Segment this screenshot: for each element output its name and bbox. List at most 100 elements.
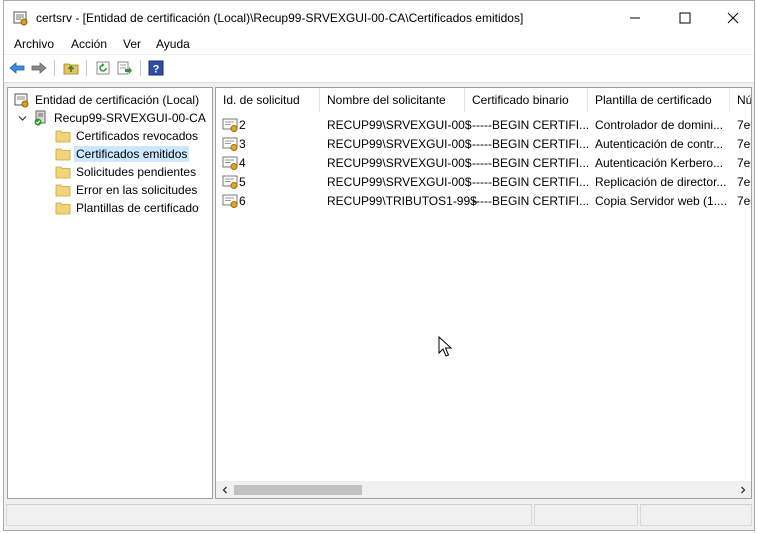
folder-icon xyxy=(55,166,71,179)
toolbar-separator xyxy=(86,60,87,76)
tree-item-issued[interactable]: Certificados emitidos xyxy=(55,145,190,163)
toolbar-separator xyxy=(140,60,141,76)
minimize-icon xyxy=(630,17,640,18)
cell-binary-cert: -----BEGIN CERTIFI... xyxy=(472,175,590,189)
certificate-icon xyxy=(222,137,238,151)
certificate-icon xyxy=(222,175,238,189)
cell-requester: RECUP99\SRVEXGUI-00$ xyxy=(327,118,472,132)
cell-serial: 7e0 xyxy=(737,194,751,208)
cell-binary-cert: -----BEGIN CERTIFI... xyxy=(472,137,590,151)
cell-request-id: 6 xyxy=(239,194,246,208)
cell-request-id: 2 xyxy=(239,118,246,132)
close-button[interactable] xyxy=(710,1,756,34)
menu-ver[interactable]: Ver xyxy=(123,37,141,51)
export-list-icon[interactable] xyxy=(117,60,133,76)
cell-binary-cert: -----BEGIN CERTIFI... xyxy=(472,118,590,132)
column-header-request-id[interactable]: Id. de solicitud xyxy=(216,88,320,112)
folder-icon xyxy=(55,184,71,197)
table-row[interactable]: 2 RECUP99\SRVEXGUI-00$ -----BEGIN CERTIF… xyxy=(216,116,751,135)
list-header: Id. de solicitud Nombre del solicitante … xyxy=(216,88,751,112)
results-list[interactable]: Id. de solicitud Nombre del solicitante … xyxy=(215,87,752,499)
certsrv-app-icon xyxy=(13,11,28,26)
up-folder-icon[interactable] xyxy=(63,60,79,76)
status-bar xyxy=(4,502,754,530)
refresh-icon[interactable] xyxy=(95,60,111,76)
table-row[interactable]: 3 RECUP99\SRVEXGUI-00$ -----BEGIN CERTIF… xyxy=(216,135,751,154)
column-header-serial[interactable]: Nú xyxy=(730,88,751,112)
tree-label: Solicitudes pendientes xyxy=(76,165,197,179)
tree-label: Error en las solicitudes xyxy=(76,183,198,197)
table-row[interactable]: 6 RECUP99\TRIBUTOS1-99$ -----BEGIN CERTI… xyxy=(216,192,751,211)
cell-template: Copia Servidor web (1.... xyxy=(595,194,728,208)
cell-serial: 7e0 xyxy=(737,175,751,189)
folder-icon xyxy=(55,130,71,143)
maximize-button[interactable] xyxy=(662,1,708,34)
tree-label: Certificados emitidos xyxy=(74,146,190,162)
cell-request-id: 4 xyxy=(239,156,246,170)
ca-server-icon xyxy=(34,110,46,126)
menu-archivo[interactable]: Archivo xyxy=(14,37,54,51)
mmc-window: certsrv - [Entidad de certificación (Loc… xyxy=(3,0,755,531)
console-tree[interactable]: Entidad de certificación (Local) Recup99… xyxy=(7,87,213,499)
status-panel xyxy=(534,504,638,526)
menu-accion[interactable]: Acción xyxy=(71,37,107,51)
scroll-left-button[interactable] xyxy=(216,481,233,498)
help-icon[interactable]: ? xyxy=(148,60,164,76)
back-arrow-icon[interactable] xyxy=(9,60,25,76)
cell-requester: RECUP99\SRVEXGUI-00$ xyxy=(327,156,472,170)
cell-template: Replicación de director... xyxy=(595,175,727,189)
cell-serial: 7e0 xyxy=(737,156,751,170)
tree-item-templates[interactable]: Plantillas de certificado xyxy=(55,199,199,217)
tree-item-root[interactable]: Entidad de certificación (Local) xyxy=(14,91,199,109)
column-header-binary-cert[interactable]: Certificado binario xyxy=(465,88,588,112)
forward-arrow-icon[interactable] xyxy=(31,60,47,76)
tree-item-revoked[interactable]: Certificados revocados xyxy=(55,127,198,145)
tree-label: Certificados revocados xyxy=(76,129,199,143)
scrollbar-thumb[interactable] xyxy=(234,485,362,495)
toolbar: ? xyxy=(4,55,754,83)
cell-serial: 7e0 xyxy=(737,118,751,132)
certificate-icon xyxy=(222,156,238,170)
cell-requester: RECUP99\SRVEXGUI-00$ xyxy=(327,137,472,151)
window-title: certsrv - [Entidad de certificación (Loc… xyxy=(36,11,524,25)
cell-binary-cert: -----BEGIN CERTIFI... xyxy=(472,156,590,170)
cell-template: Autenticación Kerbero... xyxy=(595,156,724,170)
close-icon xyxy=(727,12,739,23)
column-header-template[interactable]: Plantilla de certificado xyxy=(588,88,730,112)
title-bar[interactable]: certsrv - [Entidad de certificación (Loc… xyxy=(4,1,754,34)
cell-binary-cert: -----BEGIN CERTIFI... xyxy=(472,194,590,208)
mouse-cursor-icon xyxy=(438,336,452,357)
certification-authority-icon xyxy=(14,93,29,108)
cell-serial: 7e0 xyxy=(737,137,751,151)
chevron-down-icon[interactable] xyxy=(18,114,27,123)
tree-label: Entidad de certificación (Local) xyxy=(35,93,200,107)
tree-label: Plantillas de certificado xyxy=(76,201,199,215)
cell-requester: RECUP99\TRIBUTOS1-99$ xyxy=(327,194,477,208)
column-header-requester[interactable]: Nombre del solicitante xyxy=(320,88,465,112)
tree-label: Recup99-SRVEXGUI-00-CA xyxy=(54,111,206,125)
cell-request-id: 3 xyxy=(239,137,246,151)
status-panel xyxy=(640,504,752,526)
cell-request-id: 5 xyxy=(239,175,246,189)
svg-text:?: ? xyxy=(153,64,160,76)
tree-item-failed[interactable]: Error en las solicitudes xyxy=(55,181,197,199)
certificate-icon xyxy=(222,194,238,208)
tree-item-ca[interactable]: Recup99-SRVEXGUI-00-CA xyxy=(18,109,206,127)
scroll-right-button[interactable] xyxy=(734,481,751,498)
menu-bar: Archivo Acción Ver Ayuda xyxy=(4,34,754,54)
folder-icon xyxy=(55,202,71,215)
menu-ayuda[interactable]: Ayuda xyxy=(156,37,190,51)
status-panel-main xyxy=(6,504,532,526)
table-row[interactable]: 5 RECUP99\SRVEXGUI-00$ -----BEGIN CERTIF… xyxy=(216,173,751,192)
chevron-left-icon xyxy=(222,486,227,493)
tree-item-pending[interactable]: Solicitudes pendientes xyxy=(55,163,196,181)
minimize-button[interactable] xyxy=(612,1,658,34)
cell-requester: RECUP99\SRVEXGUI-00$ xyxy=(327,175,472,189)
horizontal-scrollbar[interactable] xyxy=(216,481,751,498)
cell-template: Controlador de domini... xyxy=(595,118,724,132)
table-row[interactable]: 4 RECUP99\SRVEXGUI-00$ -----BEGIN CERTIF… xyxy=(216,154,751,173)
folder-icon xyxy=(55,148,71,161)
toolbar-separator xyxy=(54,60,55,76)
maximize-icon xyxy=(679,12,691,23)
chevron-right-icon xyxy=(740,486,745,493)
